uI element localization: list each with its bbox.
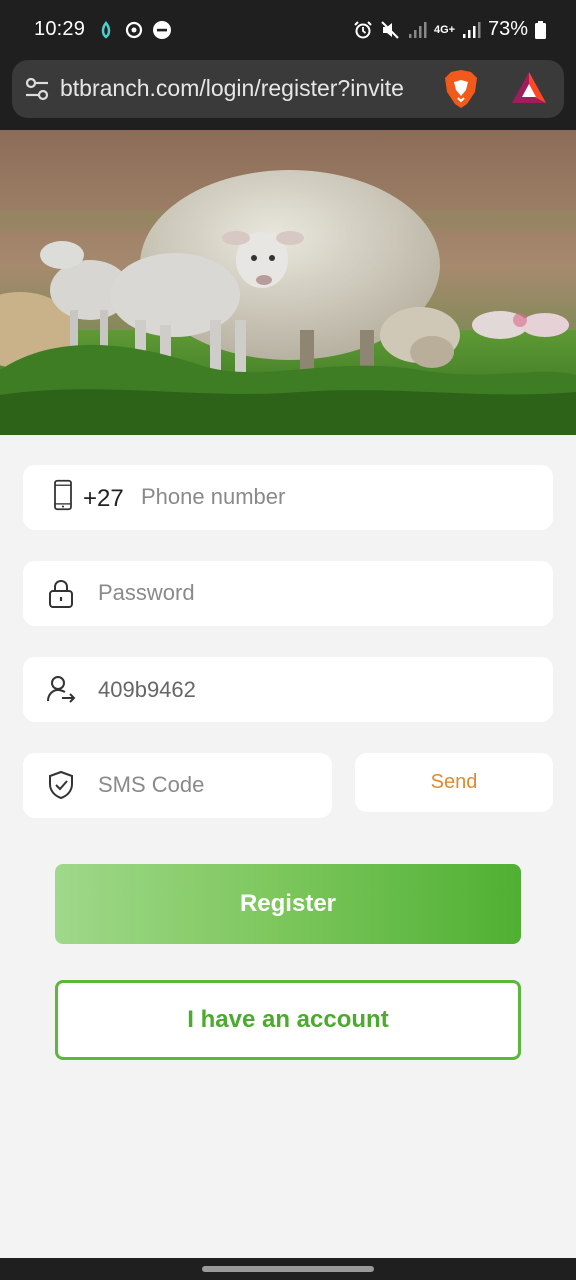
phone-icon [54,479,72,511]
signal-icon-2 [462,21,481,38]
battery-icon [535,20,546,39]
app-notification-icon [101,20,111,39]
bat-rewards-icon[interactable] [510,70,548,106]
url-fade [412,60,442,118]
status-bar: 10:29 4G+ 73% [0,0,576,60]
hero-image [0,130,576,435]
phone-field[interactable]: +27 [23,465,553,530]
have-account-button[interactable]: I have an account [55,980,521,1060]
brave-lion-icon[interactable] [442,68,480,110]
browser-toolbar: btbranch.com/login/register?invite [0,60,576,130]
user-arrow-icon [47,676,76,703]
battery-level: 73% [487,18,528,40]
phone-input[interactable] [141,481,531,513]
do-not-disturb-icon [153,21,171,39]
password-field[interactable] [23,561,553,626]
url-text[interactable]: btbranch.com/login/register?invite [60,75,430,102]
alarm-icon [354,20,372,38]
country-code[interactable]: +27 [83,485,124,513]
status-right-icons: 4G+ 73% [353,18,546,41]
register-button[interactable]: Register [55,864,521,944]
system-nav-bar [0,1258,576,1280]
invite-code-field[interactable]: 409b9462 [23,657,553,722]
home-gesture-pill[interactable] [202,1266,374,1272]
send-code-button[interactable]: Send [355,753,553,812]
invite-code-value[interactable]: 409b9462 [98,677,196,703]
sheep-photo [0,130,576,435]
tune-icon[interactable] [24,77,50,101]
address-bar[interactable]: btbranch.com/login/register?invite [12,60,564,118]
password-input[interactable] [98,577,528,609]
sync-icon [125,21,143,39]
network-type: 4G+ [433,23,456,36]
shield-check-icon [49,770,73,800]
lock-icon [49,579,73,608]
signal-icon [408,21,427,38]
status-time: 10:29 [34,18,86,40]
mute-icon [381,20,399,39]
status-notification-icons [96,20,172,40]
sms-code-input[interactable] [98,769,313,801]
sms-code-field[interactable] [23,753,332,818]
